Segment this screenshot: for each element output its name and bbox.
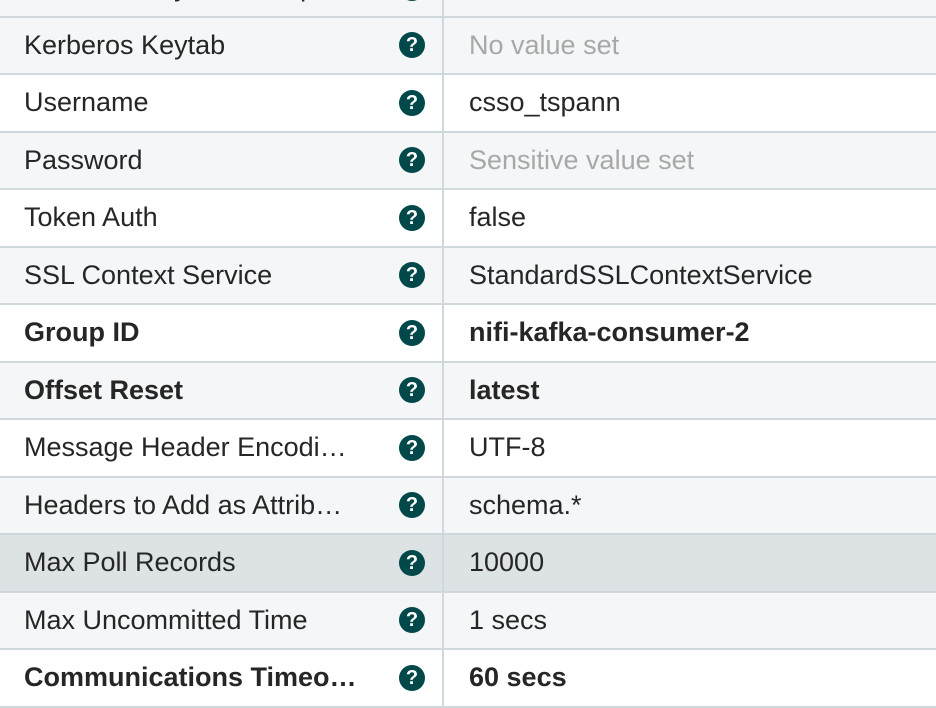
property-value[interactable]: schema.* [444,478,936,534]
property-name: Max Uncommitted Time [24,604,308,635]
property-row-username[interactable]: Username ? csso_tspann [0,75,936,133]
property-row-token-auth[interactable]: Token Auth ? false [0,190,936,248]
property-name: Group ID [24,317,140,348]
property-name: Max Poll Records [24,547,236,578]
property-row-kerberos-principal[interactable]: Kerberos Keytab Principal ? [0,0,936,18]
help-icon[interactable]: ? [399,32,425,59]
help-icon[interactable]: ? [399,607,425,634]
help-icon[interactable]: ? [399,377,425,404]
property-value[interactable]: latest [444,363,936,419]
property-row-headers-to-add[interactable]: Headers to Add as Attrib… ? schema.* [0,477,936,535]
help-icon[interactable]: ? [399,0,425,1]
property-value[interactable]: 1 secs [444,593,936,649]
help-icon[interactable]: ? [399,664,425,691]
property-value[interactable]: UTF-8 [444,420,936,476]
property-value[interactable]: No value set [444,18,936,74]
property-value[interactable]: false [444,190,936,246]
help-icon[interactable]: ? [399,89,425,116]
property-row-group-id[interactable]: Group ID ? nifi-kafka-consumer-2 [0,305,936,363]
property-value[interactable]: StandardSSLContextService [444,248,936,304]
property-value[interactable]: Sensitive value set [444,133,936,189]
property-name: Username [24,87,149,118]
property-row-offset-reset[interactable]: Offset Reset ? latest [0,362,936,420]
property-value[interactable]: nifi-kafka-consumer-2 [444,305,936,361]
help-icon[interactable]: ? [399,434,425,461]
property-name: Communications Timeo… [24,662,357,693]
property-value[interactable] [444,0,936,16]
help-icon[interactable]: ? [399,319,425,346]
help-icon[interactable]: ? [399,549,425,576]
property-row-message-header-encoding[interactable]: Message Header Encodi… ? UTF-8 [0,420,936,478]
property-name: Kerberos Keytab Principal [24,0,362,16]
property-row-communications-timeout[interactable]: Communications Timeo… ? 60 secs [0,650,936,708]
property-value[interactable]: 10000 [444,535,936,591]
property-name: Offset Reset [24,374,184,405]
property-name: Token Auth [24,202,158,233]
property-name: Headers to Add as Attrib… [24,489,343,520]
property-row-password[interactable]: Password ? Sensitive value set [0,132,936,190]
property-row-ssl-context-service[interactable]: SSL Context Service ? StandardSSLContext… [0,247,936,305]
property-name: SSL Context Service [24,259,273,290]
property-row-max-uncommitted-time[interactable]: Max Uncommitted Time ? 1 secs [0,592,936,650]
property-name: Message Header Encodi… [24,432,347,463]
help-icon[interactable]: ? [399,262,425,289]
property-value[interactable]: 60 secs [444,650,936,706]
help-icon[interactable]: ? [399,492,425,519]
property-value[interactable]: csso_tspann [444,75,936,131]
help-icon[interactable]: ? [399,147,425,174]
property-row-max-poll-records[interactable]: Max Poll Records ? 10000 [0,535,936,593]
property-name: Kerberos Keytab [24,29,226,60]
property-row-kerberos-keytab[interactable]: Kerberos Keytab ? No value set [0,17,936,75]
help-icon[interactable]: ? [399,204,425,231]
properties-table: Kerberos Keytab Principal ? Kerberos Key… [0,0,936,708]
property-name: Password [24,144,143,175]
